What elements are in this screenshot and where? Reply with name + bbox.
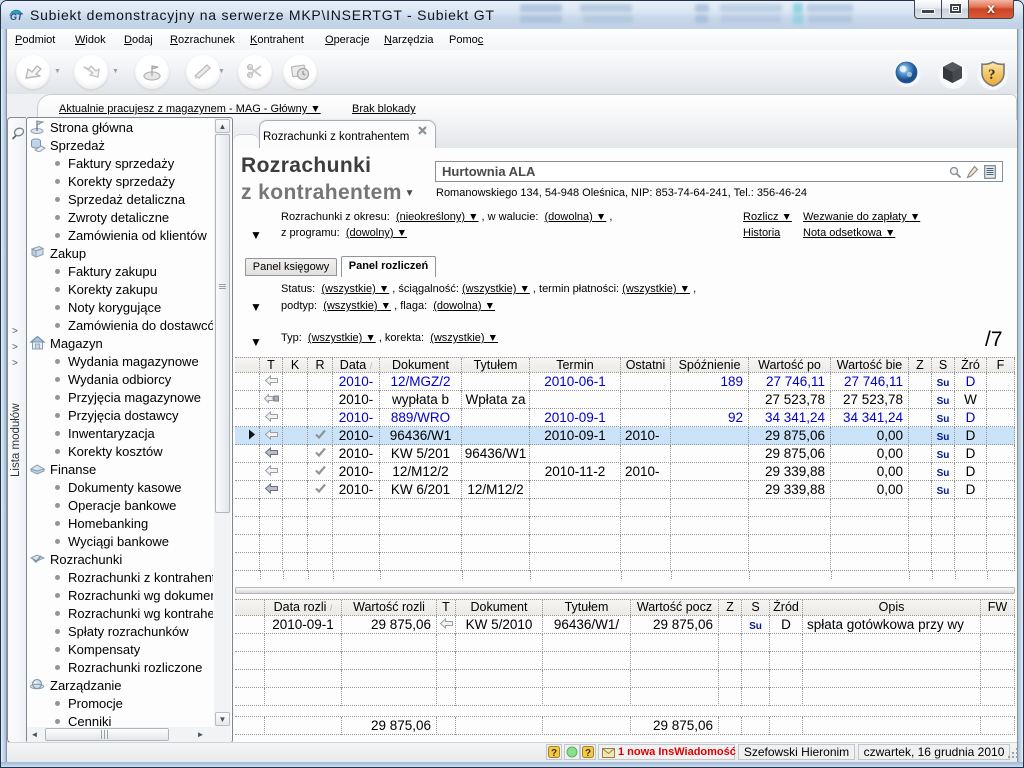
svg-text:?: ? bbox=[585, 748, 591, 758]
svg-text:?: ? bbox=[988, 67, 996, 83]
svg-text:GT: GT bbox=[10, 12, 23, 21]
svg-text:?: ? bbox=[551, 748, 557, 758]
